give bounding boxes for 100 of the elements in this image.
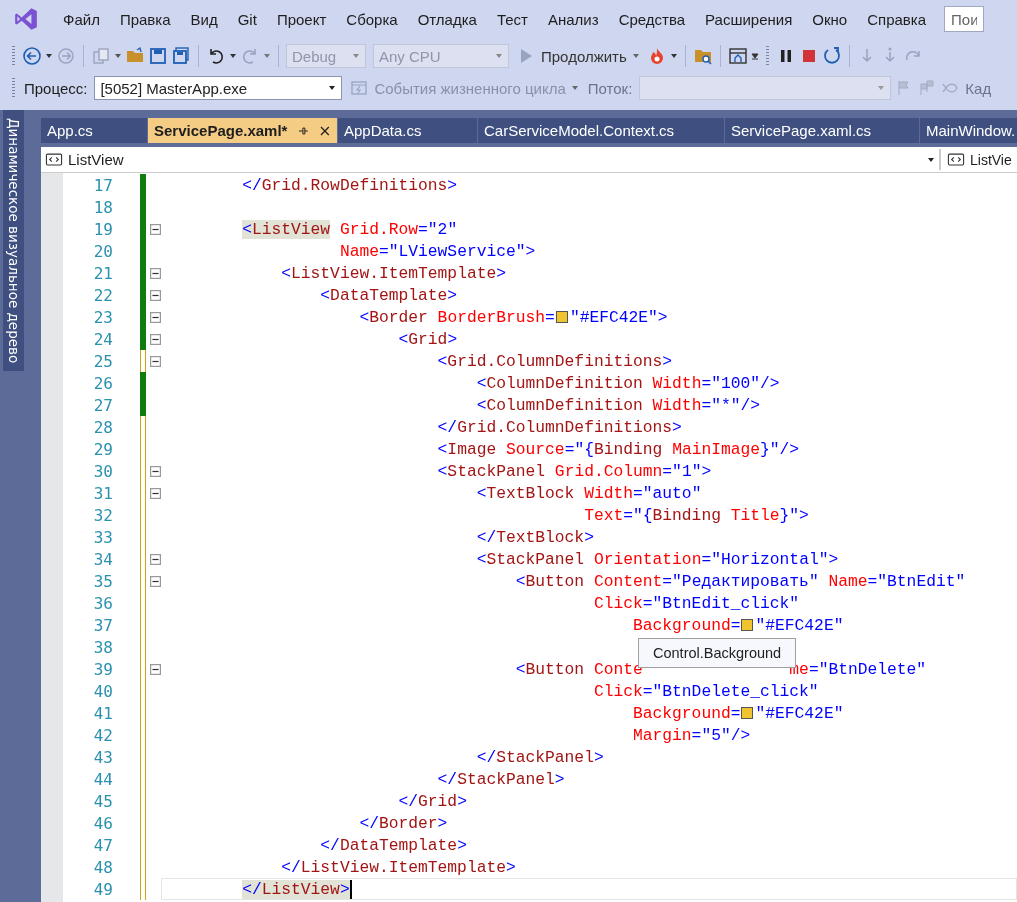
caret-icon — [570, 84, 579, 92]
continue-button[interactable]: Продолжить — [512, 46, 644, 66]
thread-label: Поток: — [587, 79, 633, 97]
document-tab[interactable]: AppData.cs — [338, 118, 477, 143]
line-number: 38 — [92, 637, 113, 657]
collapse-icon[interactable] — [149, 553, 161, 565]
line-number: 44 — [92, 769, 113, 789]
save-all-icon[interactable] — [171, 46, 191, 66]
code-line: Text="{Binding Title}"> — [583, 505, 809, 525]
code-line: <Border BorderBrush= "#EFC42E"> — [358, 307, 668, 327]
menu-item[interactable]: Тест — [486, 10, 538, 28]
menu-item[interactable]: Проект — [266, 10, 337, 28]
code-line: <ListView.ItemTemplate> — [280, 263, 506, 283]
line-number: 29 — [92, 439, 113, 459]
caret-icon — [495, 52, 503, 60]
side-panel-tab[interactable]: Динамическое визуальное дерево — [3, 110, 24, 372]
line-number: 26 — [92, 373, 113, 393]
collapse-icon[interactable] — [149, 487, 161, 499]
menu-item[interactable]: Файл — [53, 10, 110, 28]
collapse-icon[interactable] — [149, 333, 161, 345]
window-icon[interactable] — [727, 46, 748, 66]
code-line: <ListView Grid.Row="2" — [241, 219, 458, 239]
member-dropdown[interactable]: ListVie — [941, 151, 1012, 168]
element-dropdown[interactable]: ListView — [41, 149, 941, 170]
caret-icon[interactable] — [229, 52, 237, 60]
caret-icon[interactable] — [45, 52, 53, 60]
save-icon[interactable] — [148, 46, 168, 66]
line-number: 41 — [92, 703, 113, 723]
document-tab[interactable]: ServicePage.xaml.cs — [725, 118, 919, 143]
code-line: </DataTemplate> — [319, 835, 467, 855]
line-number: 20 — [92, 241, 113, 261]
collapse-icon[interactable] — [149, 355, 161, 367]
code-line: Background= "#EFC42E" — [632, 615, 844, 635]
code-line: <ColumnDefinition Width="*"/> — [475, 395, 761, 415]
menu-item[interactable]: Средства — [608, 10, 696, 28]
menu-item[interactable]: Анализ — [538, 10, 609, 28]
back-icon[interactable] — [22, 46, 42, 66]
code-line: </StackPanel> — [475, 747, 604, 767]
collapse-icon[interactable] — [149, 289, 161, 301]
code-line: </StackPanel> — [436, 769, 565, 789]
menu-item[interactable]: Отладка — [407, 10, 487, 28]
line-number: 19 — [92, 219, 113, 239]
collapse-icon[interactable] — [149, 465, 161, 477]
line-number: 33 — [92, 527, 113, 547]
menu-item[interactable]: Вид — [180, 10, 228, 28]
restart-icon[interactable] — [821, 46, 842, 66]
line-number: 30 — [92, 461, 113, 481]
line-number: 28 — [92, 417, 113, 437]
code-line: <Grid.ColumnDefinitions> — [436, 351, 673, 371]
caret-icon[interactable] — [669, 52, 678, 60]
collapse-icon[interactable] — [149, 267, 161, 279]
document-tab[interactable]: CarServiceModel.Context.cs — [478, 118, 724, 143]
code-line: Click="BtnDelete_click" — [592, 681, 819, 701]
search-field[interactable]: Пои — [944, 6, 984, 32]
code-line: <TextBlock Width="auto" — [475, 483, 702, 503]
menu-item[interactable]: Окно — [802, 10, 858, 28]
caret-icon — [631, 52, 640, 60]
line-number: 42 — [92, 725, 113, 745]
menu-item[interactable]: Расширения — [695, 10, 803, 28]
code-line: </TextBlock> — [475, 527, 594, 547]
code-line: <Image Source="{Binding MainImage}"/> — [436, 439, 800, 459]
caret-icon — [877, 84, 886, 92]
line-number: 21 — [92, 263, 113, 283]
line-number: 43 — [92, 747, 113, 767]
code-element-icon — [45, 153, 63, 166]
code-line: Name="LViewService"> — [338, 241, 536, 261]
code-line: </Border> — [358, 813, 448, 833]
caret-icon[interactable] — [750, 52, 759, 60]
collapse-icon[interactable] — [149, 575, 161, 587]
vs-logo-icon[interactable] — [13, 6, 39, 32]
code-line: </Grid.RowDefinitions> — [241, 175, 458, 195]
code-line: </Grid.ColumnDefinitions> — [436, 417, 682, 437]
code-element-icon — [947, 153, 965, 166]
document-tab[interactable]: ServicePage.xaml* — [148, 118, 337, 143]
line-number: 46 — [92, 813, 113, 833]
document-tab[interactable]: App.cs — [41, 118, 147, 143]
pin-icon[interactable] — [297, 124, 310, 137]
caret-icon[interactable] — [114, 52, 122, 60]
code-line: Background= "#EFC42E" — [632, 703, 844, 723]
frame-label: Кад — [965, 79, 992, 97]
line-number: 22 — [92, 285, 113, 305]
tooltip: Control.Background — [638, 638, 797, 668]
menu-item[interactable]: Правка — [109, 10, 181, 28]
line-number: 45 — [92, 791, 113, 811]
collapse-icon[interactable] — [149, 223, 161, 235]
code-line: <StackPanel Grid.Column="1"> — [436, 461, 712, 481]
line-number: 39 — [92, 659, 113, 679]
menu-item[interactable]: Git — [227, 10, 267, 28]
code-line: Click="BtnEdit_click" — [592, 593, 800, 613]
menu-item[interactable]: Справка — [857, 10, 936, 28]
line-number: 17 — [92, 175, 113, 195]
process-dropdown[interactable]: [5052] MasterApp.exe — [94, 76, 343, 100]
collapse-icon[interactable] — [149, 311, 161, 323]
code-line: Margin="5"/> — [632, 725, 751, 745]
collapse-icon[interactable] — [149, 663, 161, 675]
code-line: </ListView> — [241, 879, 352, 899]
document-tab[interactable]: MainWindow. — [920, 118, 1017, 143]
close-icon[interactable] — [319, 124, 331, 137]
menu-item[interactable]: Сборка — [336, 10, 408, 28]
line-number: 25 — [92, 351, 113, 371]
